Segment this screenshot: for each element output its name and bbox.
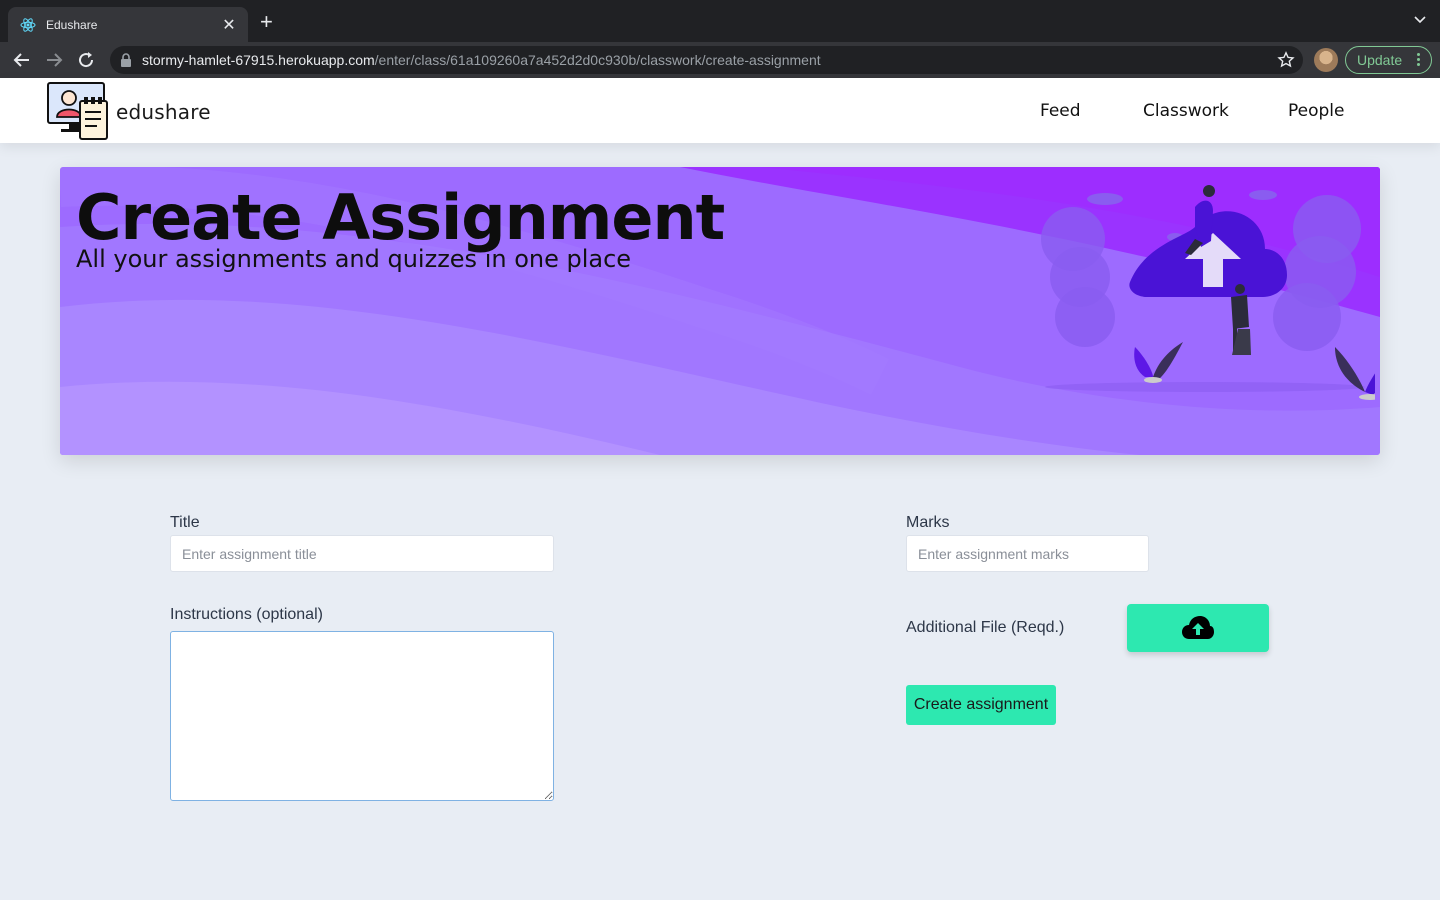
profile-avatar[interactable] [1314,48,1338,72]
edushare-logo-icon[interactable] [47,81,109,141]
tab-title: Edushare [46,17,98,32]
lock-icon [121,53,131,67]
browser-toolbar: stormy-hamlet-67915.herokuapp.com/enter/… [0,42,1440,78]
page-title: Create Assignment [76,181,725,254]
file-upload-button[interactable] [1127,604,1269,652]
url-host: stormy-hamlet-67915.herokuapp.com [142,52,375,68]
page-subtitle: All your assignments and quizzes in one … [76,245,632,273]
more-vert-icon[interactable] [1417,53,1421,68]
title-label: Title [170,514,200,531]
back-arrow-icon[interactable] [12,50,32,70]
update-button[interactable]: Update [1345,46,1432,74]
update-label: Update [1357,52,1403,68]
file-label: Additional File (Reqd.) [906,619,1065,636]
nav-people[interactable]: People [1288,101,1344,121]
instructions-label: Instructions (optional) [170,606,323,623]
brand-name[interactable]: edushare [116,100,211,124]
app-navbar: edushare Feed Classwork People [0,78,1440,143]
create-assignment-button[interactable]: Create assignment [906,685,1056,725]
close-icon[interactable]: ✕ [220,15,238,35]
cloud-upload-icon [1182,616,1214,639]
upload-illustration [1041,185,1375,400]
react-icon [20,17,36,32]
new-tab-icon[interactable]: + [260,11,273,33]
marks-label: Marks [906,514,950,531]
instructions-textarea[interactable] [170,631,554,801]
url-path: /enter/class/61a109260a7a452d2d0c930b/cl… [374,52,821,68]
browser-tab[interactable]: Edushare ✕ [8,7,248,42]
browser-tab-bar: Edushare ✕ + [0,0,1440,42]
marks-input[interactable] [906,535,1149,572]
title-input[interactable] [170,535,554,572]
chevron-down-icon[interactable] [1414,14,1426,26]
nav-classwork[interactable]: Classwork [1143,101,1229,121]
nav-feed[interactable]: Feed [1040,101,1081,121]
address-bar[interactable]: stormy-hamlet-67915.herokuapp.com/enter/… [110,46,1303,74]
forward-arrow-icon[interactable] [44,50,64,70]
reload-icon[interactable] [76,50,96,70]
page-banner: Create Assignment All your assignments a… [60,167,1380,455]
bookmark-star-icon[interactable] [1277,51,1295,69]
